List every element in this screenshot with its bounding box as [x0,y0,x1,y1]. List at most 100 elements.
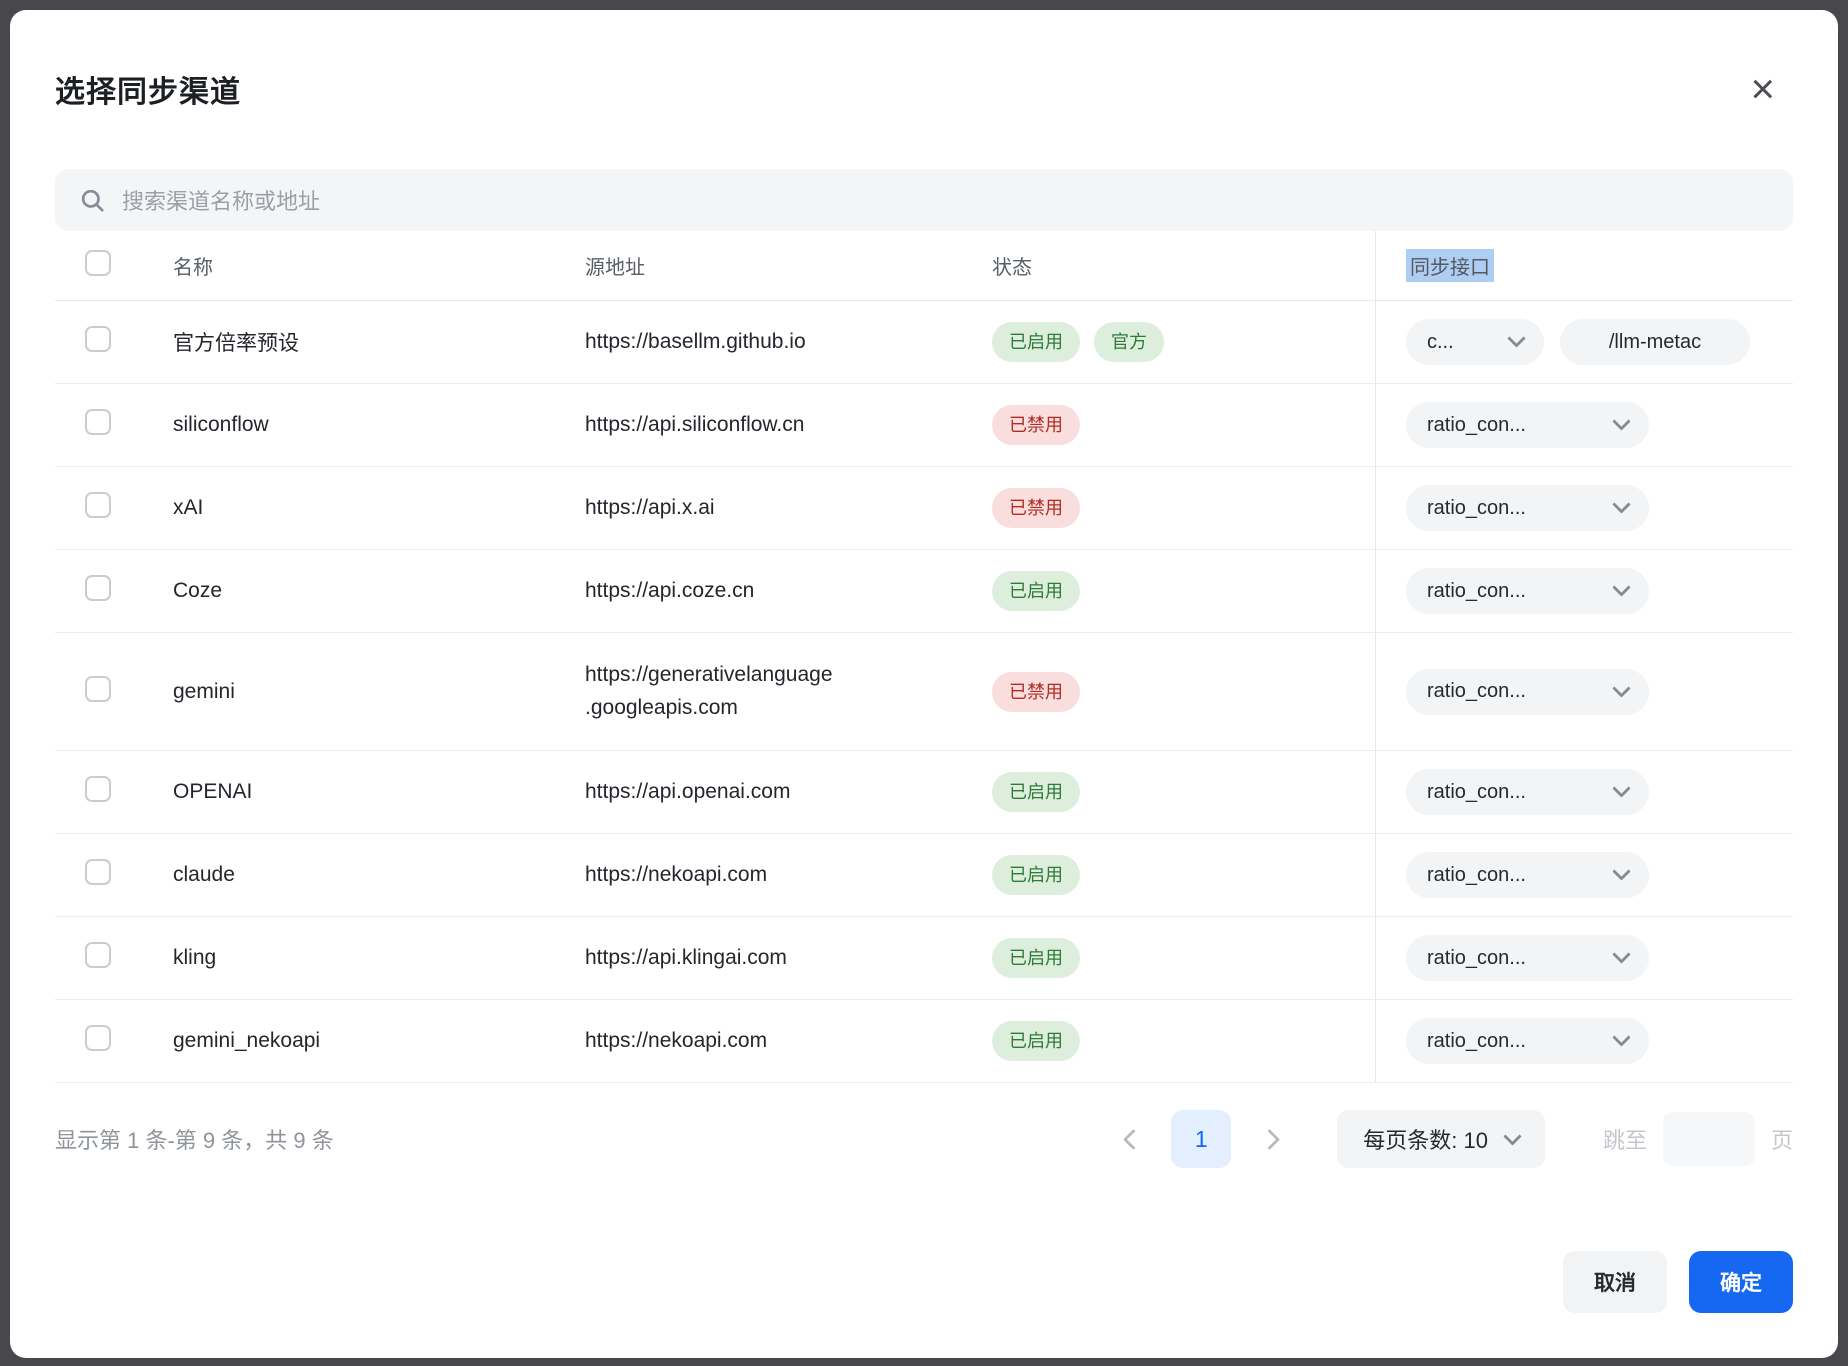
sync-endpoint-value: c... [1427,331,1454,354]
table-row: gemini_nekoapi https://nekoapi.com 已启用 r… [55,1000,1793,1083]
channel-source-url: https://api.coze.cn [585,575,992,608]
row-checkbox[interactable] [85,859,111,885]
chevron-down-icon [1612,412,1630,430]
pagination-bar: 显示第 1 条-第 9 条，共 9 条 1 每页条数: 10 跳至 页 [55,1109,1793,1169]
jump-suffix-label: 页 [1771,1123,1793,1155]
next-page-icon[interactable] [1249,1119,1289,1159]
status-badge: 已禁用 [992,672,1080,712]
sync-endpoint-select[interactable]: ratio_con... [1406,852,1649,898]
status-badge: 已启用 [992,322,1080,362]
select-all-checkbox[interactable] [85,250,111,276]
table-row: xAI https://api.x.ai 已禁用 ratio_con... [55,467,1793,550]
table-row: kling https://api.klingai.com 已启用 ratio_… [55,917,1793,1000]
dialog-header: 选择同步渠道 × [55,65,1793,113]
dialog-footer: 取消 确定 [55,1251,1793,1313]
status-badge: 已启用 [992,571,1080,611]
chevron-down-icon [1612,862,1630,880]
jump-to-page: 跳至 页 [1603,1112,1793,1166]
status-badge: 已禁用 [992,405,1080,445]
chevron-down-icon [1612,945,1630,963]
sync-endpoint-value: ratio_con... [1427,580,1526,603]
search-icon [79,187,106,214]
sync-endpoint-select[interactable]: ratio_con... [1406,935,1649,981]
row-checkbox[interactable] [85,326,111,352]
column-header-name: 名称 [173,251,585,280]
chevron-down-icon [1612,1028,1630,1046]
sync-path-input[interactable]: /llm-metac [1560,319,1750,365]
page-size-label: 每页条数: 10 [1363,1123,1488,1155]
column-header-source: 源地址 [585,251,992,280]
sync-endpoint-value: ratio_con... [1427,864,1526,887]
sync-endpoint-select[interactable]: c... [1406,319,1544,365]
page-size-select[interactable]: 每页条数: 10 [1337,1110,1545,1168]
channel-source-url: https://api.klingai.com [585,942,992,975]
channel-name: kling [173,946,585,970]
sync-endpoint-select[interactable]: ratio_con... [1406,669,1649,715]
row-checkbox[interactable] [85,409,111,435]
sync-endpoint-select[interactable]: ratio_con... [1406,485,1649,531]
pager-controls: 1 每页条数: 10 跳至 页 [1113,1110,1793,1168]
sync-endpoint-value: ratio_con... [1427,680,1526,703]
table-header-row: 名称 源地址 状态 同步接口 [55,231,1793,301]
channel-source-url: https://generativelanguage .googleapis.c… [585,659,992,724]
sync-endpoint-select[interactable]: ratio_con... [1406,1018,1649,1064]
sync-channel-dialog: 选择同步渠道 × 搜索渠道名称或地址 名称 源地址 状态 同步接口 官方倍率预设… [10,10,1838,1358]
sync-endpoint-value: ratio_con... [1427,497,1526,520]
sync-endpoint-select[interactable]: ratio_con... [1406,402,1649,448]
confirm-button[interactable]: 确定 [1689,1251,1793,1313]
page-number-button[interactable]: 1 [1171,1110,1231,1168]
status-badge: 已禁用 [992,488,1080,528]
row-checkbox[interactable] [85,942,111,968]
search-input[interactable]: 搜索渠道名称或地址 [55,169,1793,231]
sync-endpoint-value: ratio_con... [1427,1030,1526,1053]
channel-source-url: https://api.siliconflow.cn [585,409,992,442]
status-badge: 已启用 [992,772,1080,812]
jump-prefix-label: 跳至 [1603,1123,1647,1155]
table-row: OPENAI https://api.openai.com 已启用 ratio_… [55,751,1793,834]
pagination-summary: 显示第 1 条-第 9 条，共 9 条 [55,1123,334,1155]
channel-name: Coze [173,579,585,603]
row-checkbox[interactable] [85,676,111,702]
column-header-status: 状态 [992,251,1375,280]
chevron-down-icon [1612,495,1630,513]
table-row: Coze https://api.coze.cn 已启用 ratio_con..… [55,550,1793,633]
channel-source-url: https://api.x.ai [585,492,992,525]
channel-name: xAI [173,496,585,520]
sync-endpoint-value: ratio_con... [1427,781,1526,804]
status-badge: 已启用 [992,1021,1080,1061]
dialog-title: 选择同步渠道 [55,67,241,111]
channel-source-url: https://nekoapi.com [585,859,992,892]
chevron-down-icon [1612,578,1630,596]
status-badge: 已启用 [992,855,1080,895]
row-checkbox[interactable] [85,575,111,601]
chevron-down-icon [1507,329,1525,347]
search-placeholder: 搜索渠道名称或地址 [122,184,320,216]
column-header-sync: 同步接口 [1406,249,1494,282]
cancel-button[interactable]: 取消 [1563,1251,1667,1313]
chevron-down-icon [1612,679,1630,697]
channel-source-url: https://api.openai.com [585,776,992,809]
jump-page-input[interactable] [1663,1112,1755,1166]
table-row: gemini https://generativelanguage .googl… [55,633,1793,751]
table-row: claude https://nekoapi.com 已启用 ratio_con… [55,834,1793,917]
row-checkbox[interactable] [85,492,111,518]
channel-table: 名称 源地址 状态 同步接口 官方倍率预设 https://basellm.gi… [55,231,1793,1083]
channel-name: siliconflow [173,413,585,437]
channel-name: claude [173,863,585,887]
close-icon[interactable]: × [1750,69,1775,109]
channel-name: OPENAI [173,780,585,804]
table-row: siliconflow https://api.siliconflow.cn 已… [55,384,1793,467]
chevron-down-icon [1612,779,1630,797]
official-badge: 官方 [1094,322,1164,362]
row-checkbox[interactable] [85,1025,111,1051]
sync-endpoint-select[interactable]: ratio_con... [1406,769,1649,815]
prev-page-icon[interactable] [1113,1119,1153,1159]
channel-source-url: https://nekoapi.com [585,1025,992,1058]
sync-endpoint-value: ratio_con... [1427,947,1526,970]
status-badge: 已启用 [992,938,1080,978]
sync-endpoint-select[interactable]: ratio_con... [1406,568,1649,614]
channel-name: gemini_nekoapi [173,1029,585,1053]
row-checkbox[interactable] [85,776,111,802]
channel-name: gemini [173,680,585,704]
channel-name: 官方倍率预设 [173,327,585,357]
